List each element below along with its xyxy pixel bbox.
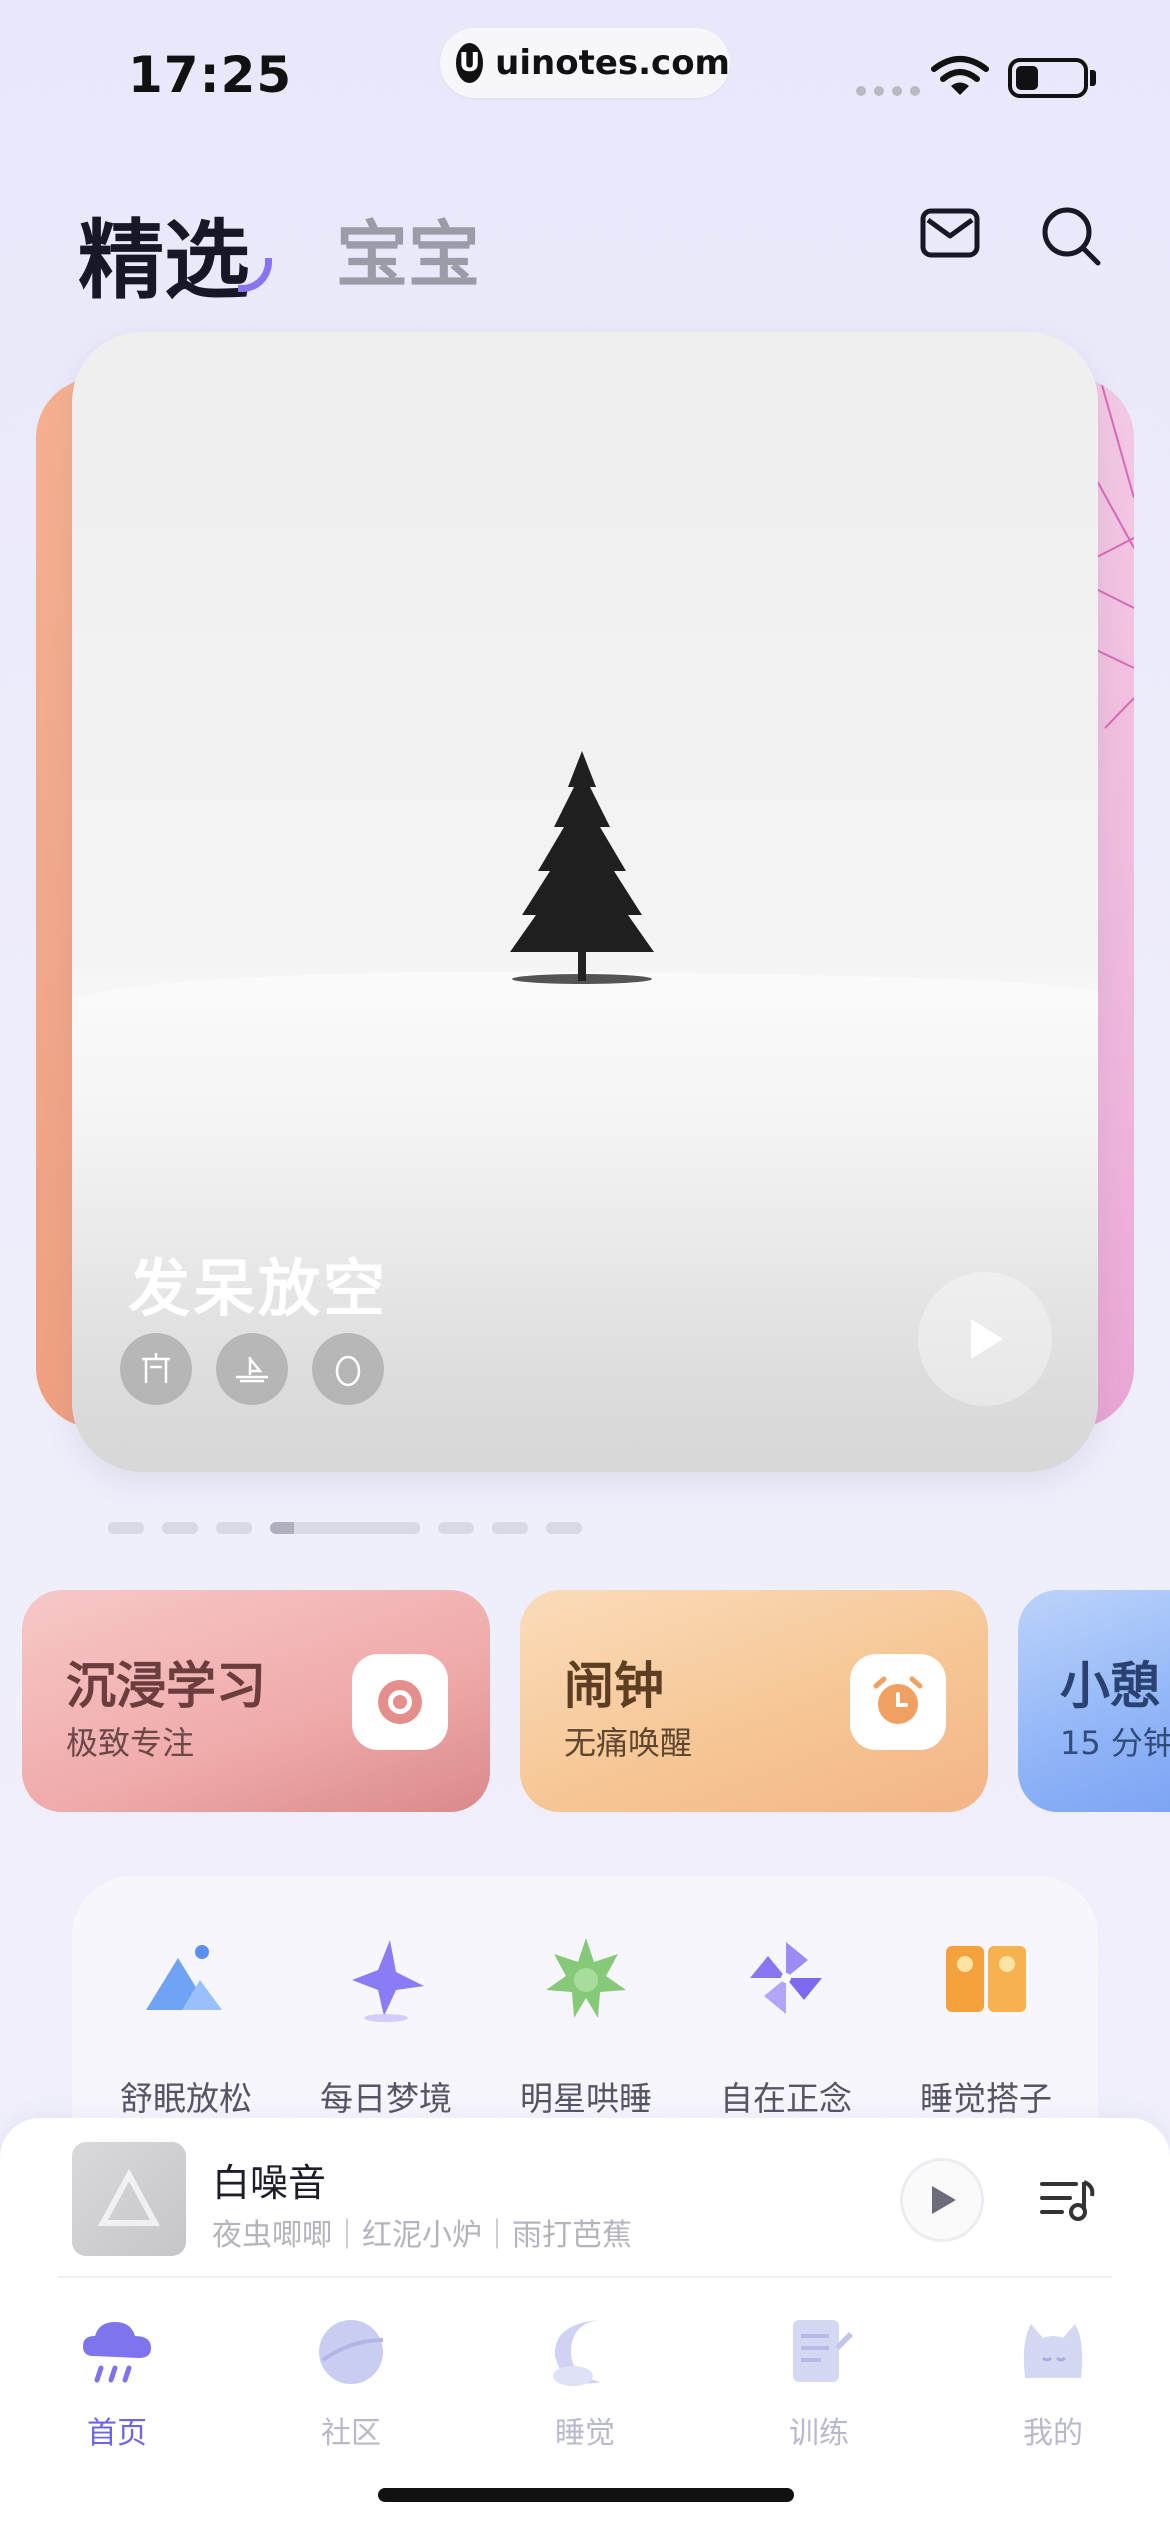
- nav-label: 我的: [1023, 2416, 1083, 2451]
- player-artwork[interactable]: [72, 2142, 186, 2256]
- nav-training[interactable]: 训练: [744, 2310, 894, 2452]
- category-star-sleep[interactable]: 明星哄睡: [496, 1930, 676, 2120]
- playlist-icon[interactable]: [1040, 2176, 1096, 2224]
- category-sleep-buddy[interactable]: 睡觉搭子: [896, 1930, 1076, 2120]
- player-subtitle: 夜虫唧唧｜红泥小炉｜雨打芭蕉: [212, 2218, 632, 2253]
- sleep-buddy-icon: [946, 1946, 1026, 2012]
- category-label: 自在正念: [720, 2079, 852, 2118]
- page-dot[interactable]: [492, 1522, 528, 1534]
- nav-label: 社区: [321, 2416, 381, 2451]
- battery-tip: [1090, 70, 1096, 86]
- page-dot[interactable]: [438, 1522, 474, 1534]
- moon-icon: [553, 2320, 601, 2386]
- snow-ground: [72, 972, 1098, 1472]
- page-dot-active[interactable]: [270, 1522, 420, 1534]
- play-icon: [971, 1319, 1003, 1359]
- feature-title: 沉浸学习: [66, 1657, 266, 1715]
- home-indicator: [378, 2488, 794, 2502]
- category-label: 每日梦境: [320, 2079, 452, 2118]
- featured-title: 发呆放空: [128, 1252, 389, 1325]
- focus-target-icon: [352, 1654, 448, 1750]
- feature-title: 闹钟: [564, 1657, 664, 1715]
- site-logo-icon: U: [456, 43, 484, 83]
- category-daily-dream[interactable]: 每日梦境: [296, 1930, 476, 2120]
- artwork-logo-icon: [97, 2168, 161, 2226]
- nav-community[interactable]: 社区: [276, 2310, 426, 2452]
- nav-label: 首页: [87, 2416, 147, 2451]
- divider: [58, 2276, 1112, 2278]
- temple-icon: [120, 1333, 192, 1405]
- page-dot[interactable]: [162, 1522, 198, 1534]
- search-icon[interactable]: [1040, 205, 1102, 267]
- carousel-pagination: [108, 1522, 582, 1534]
- tab-featured[interactable]: 精选: [78, 190, 250, 315]
- page-dot[interactable]: [546, 1522, 582, 1534]
- tree-image: [510, 751, 654, 984]
- featured-play-button[interactable]: [918, 1272, 1052, 1406]
- feature-card-nap[interactable]: 小憩 15 分钟: [1018, 1590, 1170, 1812]
- cellular-signal-icon: [856, 86, 920, 96]
- mail-icon[interactable]: [920, 208, 980, 258]
- category-label: 睡觉搭子: [920, 2079, 1052, 2118]
- nav-label: 训练: [789, 2416, 849, 2451]
- play-icon: [932, 2186, 956, 2214]
- rain-cloud-icon: [83, 2322, 151, 2383]
- page-dot[interactable]: [216, 1522, 252, 1534]
- alarm-clock-icon: [850, 1654, 946, 1750]
- category-mindfulness[interactable]: 自在正念: [696, 1930, 876, 2120]
- nav-profile[interactable]: 我的: [978, 2310, 1128, 2452]
- boat-icon: [216, 1333, 288, 1405]
- nav-home[interactable]: 首页: [42, 2310, 192, 2452]
- player-title: 白噪音: [212, 2161, 327, 2205]
- nav-label: 睡觉: [555, 2416, 615, 2451]
- feature-card-alarm[interactable]: 闹钟 无痛唤醒: [520, 1590, 988, 1812]
- star-icon: [546, 1938, 626, 2018]
- mountain-icon: [146, 1945, 222, 2010]
- feature-title: 小憩: [1060, 1657, 1160, 1715]
- battery-icon: [1008, 58, 1088, 98]
- category-label: 舒眠放松: [120, 2079, 252, 2118]
- player-play-button[interactable]: [900, 2158, 984, 2242]
- url-pill[interactable]: U uinotes.com: [440, 28, 730, 98]
- pinwheel-icon: [750, 1942, 822, 2014]
- notebook-icon: [793, 2320, 853, 2382]
- url-text: uinotes.com: [495, 43, 730, 83]
- cat-icon: [1023, 2324, 1083, 2378]
- status-time: 17:25: [128, 46, 293, 104]
- feature-subtitle: 无痛唤醒: [564, 1724, 693, 1762]
- active-tab-indicator: [238, 258, 272, 292]
- tab-baby[interactable]: 宝宝: [336, 196, 480, 301]
- egg-icon: [312, 1333, 384, 1405]
- category-label: 明星哄睡: [520, 2079, 652, 2118]
- wifi-icon: [931, 56, 989, 95]
- feature-subtitle: 极致专注: [66, 1724, 195, 1762]
- category-sleep-relax[interactable]: 舒眠放松: [96, 1930, 276, 2120]
- planet-icon: [319, 2320, 384, 2384]
- page-dot[interactable]: [108, 1522, 144, 1534]
- feature-card-study[interactable]: 沉浸学习 极致专注: [22, 1590, 490, 1812]
- nav-sleep[interactable]: 睡觉: [510, 2310, 660, 2452]
- star-top-icon: [352, 1940, 424, 2022]
- feature-subtitle: 15 分钟: [1060, 1724, 1170, 1762]
